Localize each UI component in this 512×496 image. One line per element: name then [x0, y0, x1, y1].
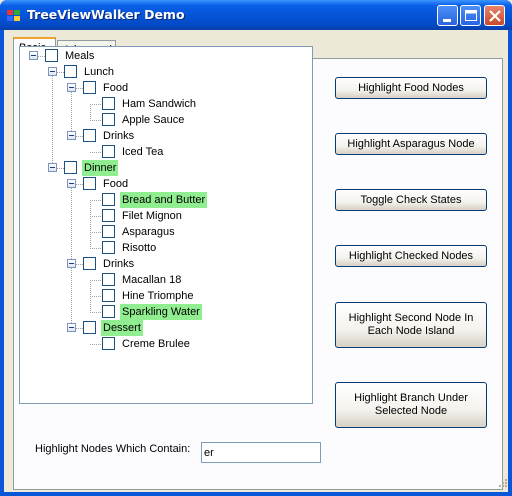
highlight-asparagus-node-button[interactable]: Highlight Asparagus Node — [335, 133, 487, 155]
tree-node[interactable]: Iced Tea — [20, 144, 310, 160]
tree-node-checkbox[interactable] — [64, 65, 77, 78]
tree-node-checkbox[interactable] — [45, 49, 58, 62]
tree-node-checkbox[interactable] — [102, 193, 115, 206]
tree-node[interactable]: Meals — [20, 48, 310, 64]
filter-label: Highlight Nodes Which Contain: — [35, 443, 191, 455]
tree-node-label[interactable]: Filet Mignon — [120, 208, 184, 224]
collapse-toggle-icon[interactable] — [29, 51, 38, 60]
collapse-toggle-icon[interactable] — [67, 131, 76, 140]
tree-node-checkbox[interactable] — [83, 177, 96, 190]
minimize-button[interactable] — [437, 5, 458, 26]
tree-node-label[interactable]: Drinks — [101, 256, 136, 272]
tree-node-label[interactable]: Food — [101, 176, 130, 192]
app-icon — [7, 10, 20, 21]
close-button[interactable] — [484, 5, 505, 26]
tree-node-checkbox[interactable] — [83, 321, 96, 334]
tree-node-checkbox[interactable] — [102, 225, 115, 238]
title-bar[interactable]: TreeViewWalker Demo — [0, 0, 512, 30]
tree-node-label[interactable]: Food — [101, 80, 130, 96]
tree-node-checkbox[interactable] — [102, 273, 115, 286]
tree-node-label[interactable]: Ham Sandwich — [120, 96, 198, 112]
tree-node-checkbox[interactable] — [83, 129, 96, 142]
tree-node-label[interactable]: Iced Tea — [120, 144, 165, 160]
collapse-toggle-icon[interactable] — [67, 83, 76, 92]
filter-input[interactable] — [201, 442, 321, 463]
tree-node-checkbox[interactable] — [102, 97, 115, 110]
tree-node-label[interactable]: Dessert — [101, 320, 143, 336]
tree-node-checkbox[interactable] — [102, 209, 115, 222]
tree-node[interactable]: Filet Mignon — [20, 208, 310, 224]
tree-node[interactable]: Asparagus — [20, 224, 310, 240]
tree-node-checkbox[interactable] — [102, 305, 115, 318]
collapse-toggle-icon[interactable] — [67, 323, 76, 332]
tree-node-checkbox[interactable] — [64, 161, 77, 174]
highlight-branch-button[interactable]: Highlight Branch Under Selected Node — [335, 382, 487, 428]
tree-node-label[interactable]: Meals — [63, 48, 96, 64]
tree-node[interactable]: Hine Triomphe — [20, 288, 310, 304]
maximize-icon — [465, 10, 477, 21]
resize-grip-icon[interactable] — [496, 478, 508, 490]
tree-node-checkbox[interactable] — [83, 257, 96, 270]
tree-node-label[interactable]: Risotto — [120, 240, 158, 256]
tree-node-label[interactable]: Apple Sauce — [120, 112, 186, 128]
tree-node[interactable]: Ham Sandwich — [20, 96, 310, 112]
tree-node-label[interactable]: Creme Brulee — [120, 336, 192, 352]
tree-view[interactable]: Meals Lunch Food Ham Sandwich Apple Sauce Dri… — [19, 46, 313, 404]
highlight-food-nodes-button[interactable]: Highlight Food Nodes — [335, 77, 487, 99]
tree-node-label[interactable]: Drinks — [101, 128, 136, 144]
highlight-second-node-button[interactable]: Highlight Second Node In Each Node Islan… — [335, 302, 487, 348]
tree-node[interactable]: Drinks — [20, 128, 310, 144]
tree-node[interactable]: Sparkling Water — [20, 304, 310, 320]
tree-node-label[interactable]: Macallan 18 — [120, 272, 183, 288]
minimize-icon — [443, 19, 451, 22]
collapse-toggle-icon[interactable] — [48, 67, 57, 76]
toggle-check-states-button[interactable]: Toggle Check States — [335, 189, 487, 211]
tree-node-label[interactable]: Bread and Butter — [120, 192, 208, 208]
collapse-toggle-icon[interactable] — [67, 179, 76, 188]
tree-node[interactable]: Dessert — [20, 320, 310, 336]
close-icon — [489, 10, 501, 22]
tree-node-checkbox[interactable] — [102, 145, 115, 158]
tree-node-label[interactable]: Dinner — [82, 160, 119, 176]
tree-node-checkbox[interactable] — [102, 241, 115, 254]
collapse-toggle-icon[interactable] — [67, 259, 76, 268]
collapse-toggle-icon[interactable] — [48, 163, 57, 172]
highlight-checked-nodes-button[interactable]: Highlight Checked Nodes — [335, 245, 487, 267]
maximize-button[interactable] — [460, 5, 481, 26]
tree-node-checkbox[interactable] — [102, 337, 115, 350]
tree-node[interactable]: Bread and Butter — [20, 192, 310, 208]
tree-node[interactable]: Macallan 18 — [20, 272, 310, 288]
tree-node-label[interactable]: Asparagus — [120, 224, 177, 240]
tree-node-label[interactable]: Hine Triomphe — [120, 288, 196, 304]
tree-node-checkbox[interactable] — [83, 81, 96, 94]
tree-node[interactable]: Dinner — [20, 160, 310, 176]
tree-node-checkbox[interactable] — [102, 113, 115, 126]
tree-node[interactable]: Apple Sauce — [20, 112, 310, 128]
tree-node-checkbox[interactable] — [102, 289, 115, 302]
tree-node-label[interactable]: Sparkling Water — [120, 304, 202, 320]
tree-node[interactable]: Lunch — [20, 64, 310, 80]
tree-node[interactable]: Food — [20, 80, 310, 96]
tree-node[interactable]: Risotto — [20, 240, 310, 256]
tree-node[interactable]: Drinks — [20, 256, 310, 272]
tree-node[interactable]: Food — [20, 176, 310, 192]
tree-node-label[interactable]: Lunch — [82, 64, 116, 80]
window-title: TreeViewWalker Demo — [27, 7, 185, 22]
tree-node[interactable]: Creme Brulee — [20, 336, 310, 352]
